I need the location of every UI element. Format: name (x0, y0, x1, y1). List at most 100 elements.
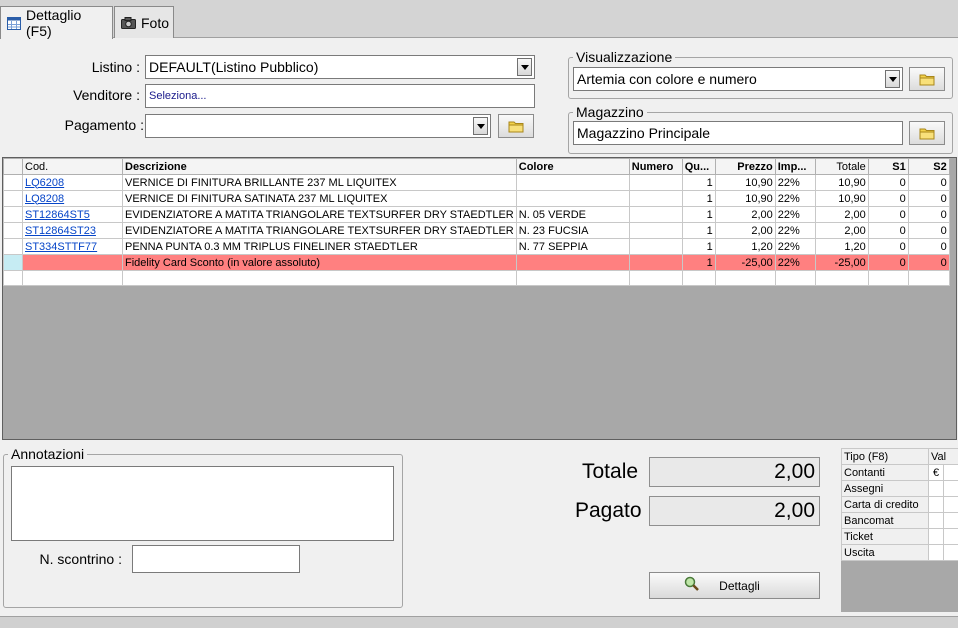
cell-prezzo[interactable]: 1,20 (714, 238, 776, 255)
cell-colore[interactable] (515, 174, 630, 191)
payment-row[interactable]: Uscita (841, 544, 958, 561)
cell-descrizione[interactable]: EVIDENZIATORE A MATITA TRIANGOLARE TEXTS… (122, 222, 517, 239)
payment-amount[interactable] (943, 464, 958, 481)
cell-s2[interactable]: 0 (907, 238, 950, 255)
payment-amount[interactable] (943, 496, 958, 513)
payment-amount[interactable] (943, 512, 958, 529)
payment-types-grid[interactable]: Tipo (F8) Val Contanti € Assegni Carta d… (841, 448, 958, 612)
cell-imponibile[interactable] (774, 270, 816, 286)
product-code-link[interactable]: LQ8208 (25, 193, 64, 205)
cell-cod[interactable]: LQ6208 (22, 174, 123, 191)
cell-numero[interactable] (628, 222, 683, 239)
payment-row[interactable]: Assegni (841, 480, 958, 497)
payment-val[interactable] (928, 512, 944, 529)
cell-numero[interactable] (628, 206, 683, 223)
pagamento-select[interactable] (145, 114, 491, 138)
magazzino-folder-button[interactable] (909, 121, 945, 145)
venditore-field[interactable]: Seleziona... (145, 84, 535, 108)
cell-imponibile[interactable]: 22% (774, 190, 816, 207)
row-selector[interactable] (3, 174, 23, 191)
cell-s2[interactable]: 0 (907, 254, 950, 271)
cell-quantita[interactable]: 1 (681, 174, 716, 191)
cell-s2[interactable]: 0 (907, 206, 950, 223)
row-selector[interactable] (3, 222, 23, 239)
table-row-discount[interactable]: Fidelity Card Sconto (in valore assoluto… (3, 254, 950, 271)
col-header-cod[interactable]: Cod. (22, 158, 123, 175)
cell-colore[interactable] (515, 254, 630, 271)
cell-prezzo[interactable]: 2,00 (714, 206, 776, 223)
cell-totale[interactable]: 2,00 (814, 222, 869, 239)
cell-numero[interactable] (628, 270, 683, 286)
cell-descrizione[interactable]: PENNA PUNTA 0.3 MM TRIPLUS FINELINER STA… (122, 238, 517, 255)
cell-s1[interactable]: 0 (867, 206, 909, 223)
cell-imponibile[interactable]: 22% (774, 222, 816, 239)
payment-header-val[interactable]: Val (928, 448, 958, 465)
col-header-s1[interactable]: S1 (867, 158, 909, 175)
product-code-link[interactable]: ST12864ST5 (25, 209, 90, 221)
cell-totale[interactable]: 10,90 (814, 174, 869, 191)
cell-cod[interactable] (22, 270, 123, 286)
cell-prezzo[interactable]: 10,90 (714, 190, 776, 207)
col-header-colore[interactable]: Colore (515, 158, 630, 175)
col-header-s2[interactable]: S2 (907, 158, 950, 175)
cell-cod[interactable]: ST12864ST5 (22, 206, 123, 223)
cell-s1[interactable]: 0 (867, 222, 909, 239)
cell-cod[interactable]: ST12864ST23 (22, 222, 123, 239)
cell-imponibile[interactable]: 22% (774, 174, 816, 191)
payment-amount[interactable] (943, 480, 958, 497)
cell-cod[interactable]: ST334STTF77 (22, 238, 123, 255)
table-row-new[interactable] (3, 270, 950, 286)
visualizzazione-select[interactable]: Artemia con colore e numero (573, 67, 903, 91)
cell-numero[interactable] (628, 190, 683, 207)
cell-s2[interactable]: 0 (907, 174, 950, 191)
cell-descrizione[interactable]: VERNICE DI FINITURA BRILLANTE 237 ML LIQ… (122, 174, 517, 191)
product-code-link[interactable]: ST12864ST23 (25, 225, 96, 237)
pagamento-folder-button[interactable] (498, 114, 534, 138)
col-header-descrizione[interactable]: Descrizione (122, 158, 517, 175)
magazzino-field[interactable]: Magazzino Principale (573, 121, 903, 145)
cell-colore[interactable] (515, 270, 630, 286)
cell-s1[interactable]: 0 (867, 190, 909, 207)
row-selector[interactable] (3, 270, 23, 286)
cell-prezzo[interactable]: -25,00 (714, 254, 776, 271)
product-code-link[interactable]: LQ6208 (25, 177, 64, 189)
table-row[interactable]: ST12864ST5 EVIDENZIATORE A MATITA TRIANG… (3, 206, 950, 223)
cell-numero[interactable] (628, 238, 683, 255)
table-row[interactable]: ST12864ST23 EVIDENZIATORE A MATITA TRIAN… (3, 222, 950, 239)
cell-colore[interactable]: N. 05 VERDE (515, 206, 630, 223)
cell-prezzo[interactable] (714, 270, 776, 286)
cell-totale[interactable]: 1,20 (814, 238, 869, 255)
row-selector[interactable] (3, 206, 23, 223)
cell-totale[interactable]: 10,90 (814, 190, 869, 207)
cell-prezzo[interactable]: 2,00 (714, 222, 776, 239)
product-code-link[interactable]: ST334STTF77 (25, 241, 97, 253)
cell-totale[interactable] (814, 270, 869, 286)
cell-descrizione[interactable]: Fidelity Card Sconto (in valore assoluto… (122, 254, 517, 271)
dettagli-button[interactable]: Dettagli (649, 572, 820, 599)
row-selector[interactable] (3, 190, 23, 207)
payment-val[interactable] (928, 480, 944, 497)
items-grid[interactable]: Cod. Descrizione Colore Numero Qu... Pre… (2, 157, 957, 440)
payment-val[interactable]: € (928, 464, 944, 481)
cell-quantita[interactable]: 1 (681, 222, 716, 239)
cell-totale[interactable]: -25,00 (814, 254, 869, 271)
tab-dettaglio[interactable]: Dettaglio (F5) (0, 6, 113, 39)
cell-totale[interactable]: 2,00 (814, 206, 869, 223)
visualizzazione-dropdown-arrow[interactable] (885, 70, 900, 88)
cell-s2[interactable]: 0 (907, 190, 950, 207)
cell-colore[interactable]: N. 23 FUCSIA (515, 222, 630, 239)
pagamento-dropdown-arrow[interactable] (473, 117, 488, 135)
tab-foto[interactable]: Foto (114, 6, 174, 38)
visualizzazione-folder-button[interactable] (909, 67, 945, 91)
cell-descrizione[interactable] (122, 270, 517, 286)
cell-s1[interactable] (867, 270, 909, 286)
col-header-quantita[interactable]: Qu... (681, 158, 716, 175)
cell-quantita[interactable]: 1 (681, 238, 716, 255)
listino-select[interactable]: DEFAULT(Listino Pubblico) (145, 55, 535, 79)
col-header-imponibile[interactable]: Imp... (774, 158, 816, 175)
col-header-numero[interactable]: Numero (628, 158, 683, 175)
row-selector[interactable] (3, 238, 23, 255)
payment-val[interactable] (928, 544, 944, 561)
cell-s1[interactable]: 0 (867, 254, 909, 271)
payment-amount[interactable] (943, 544, 958, 561)
